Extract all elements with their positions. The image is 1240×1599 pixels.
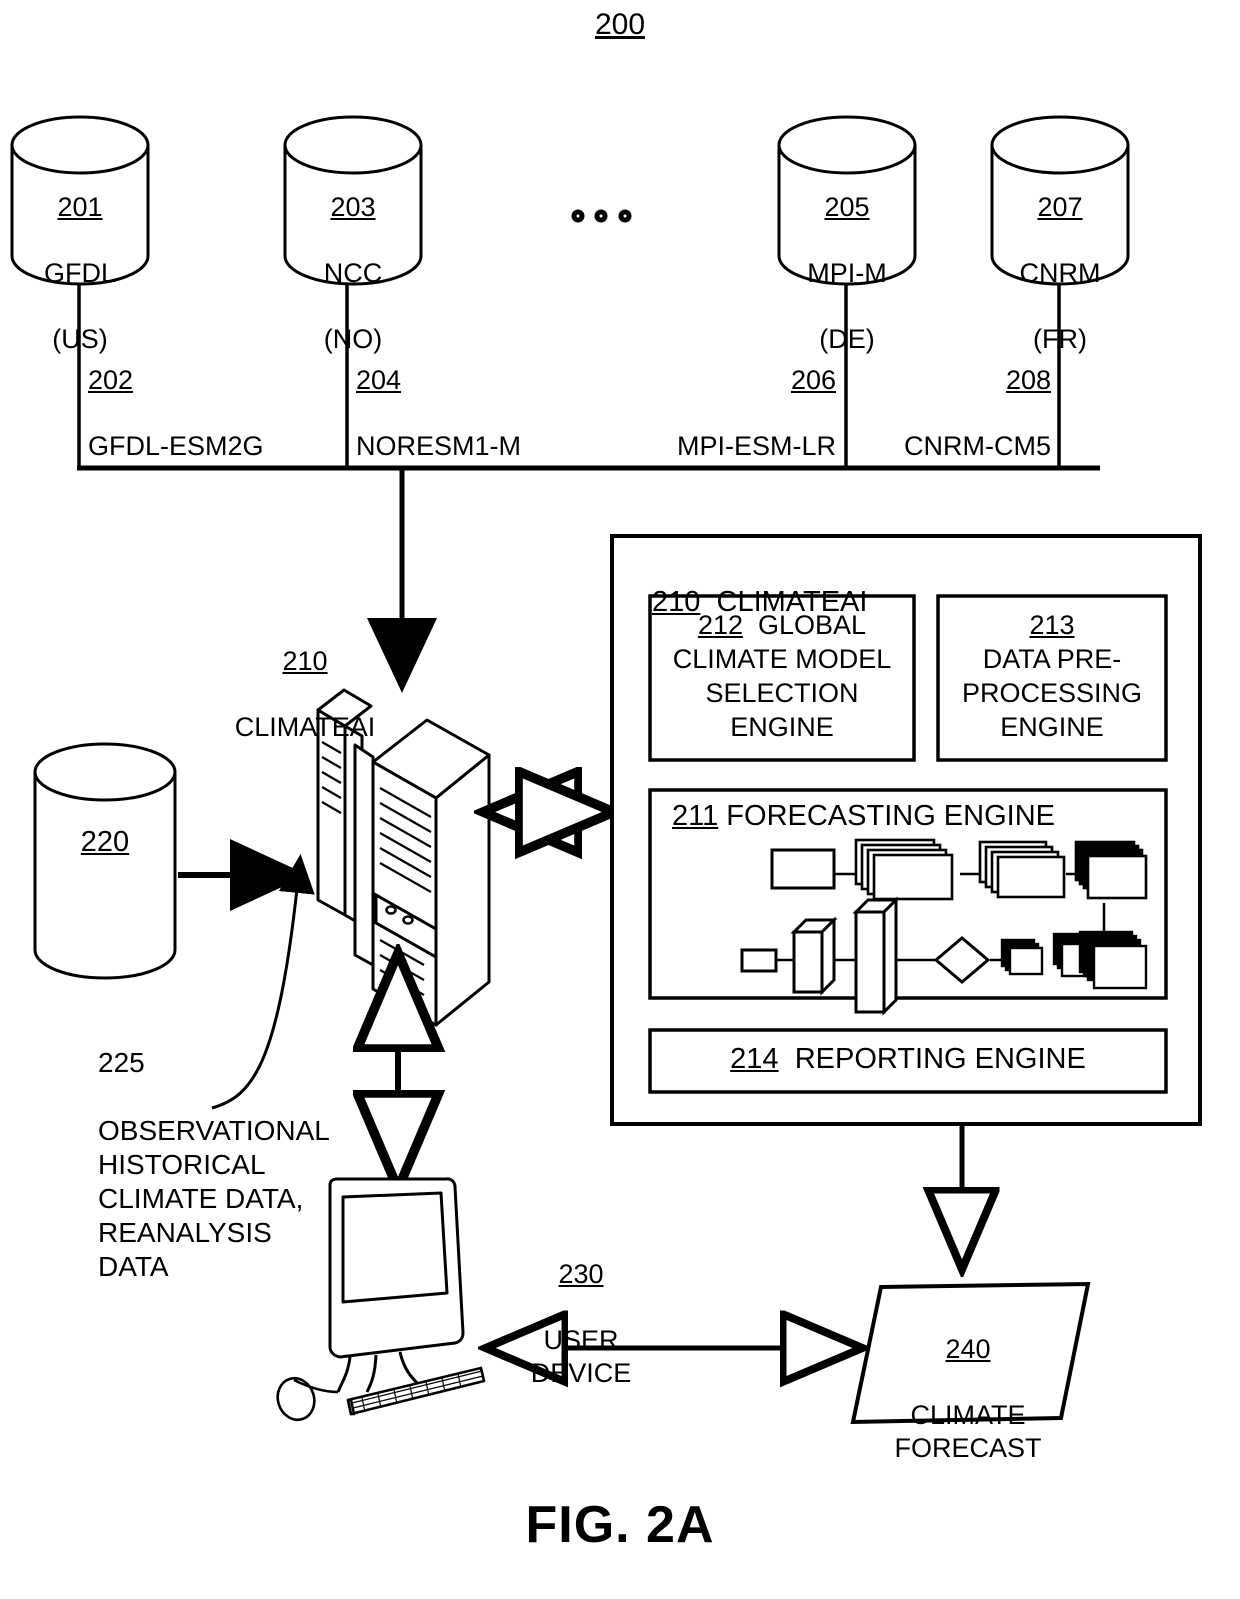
- model-ref-208: 208: [1005, 365, 1051, 395]
- module-214[interactable]: 214 REPORTING ENGINE: [652, 1043, 1164, 1076]
- observational-note-text: OBSERVATIONAL HISTORICAL CLIMATE DATA, R…: [98, 1115, 330, 1282]
- module-211-label: FORECASTING ENGINE: [726, 800, 1055, 832]
- db220-ref: 220: [80, 826, 130, 858]
- user-device-label: USER DEVICE: [530, 1325, 632, 1388]
- module-213[interactable]: 213 DATA PRE- PROCESSING ENGINE: [940, 608, 1164, 744]
- module-211-ref: 211: [672, 800, 719, 832]
- ellipsis-dots-icon: [571, 209, 632, 223]
- server-ref: 210: [282, 646, 328, 676]
- db-name-203: NCC: [323, 258, 383, 288]
- user-device-caption: 230 USER DEVICE: [498, 1225, 664, 1423]
- mouse-icon: [276, 1376, 339, 1422]
- module-214-label: REPORTING ENGINE: [794, 1043, 1086, 1075]
- db-name-207: CNRM: [1019, 258, 1101, 288]
- climate-forecast-ref: 240: [945, 1334, 991, 1364]
- model-name-208: CNRM-CM5: [904, 431, 1051, 461]
- model-label-206: 206 MPI-ESM-LR: [648, 331, 836, 496]
- db-name-201: GFDL: [43, 258, 116, 288]
- server-caption: 210 CLIMATEAI: [170, 612, 440, 777]
- module-213-label: DATA PRE- PROCESSING ENGINE: [961, 644, 1143, 742]
- module-212-label: CLIMATE MODEL SELECTION ENGINE: [672, 644, 892, 742]
- observational-note-ref: 225: [98, 1047, 145, 1078]
- db-name-205: MPI-M: [807, 258, 887, 288]
- module-214-ref: 214: [730, 1043, 779, 1075]
- model-ref-204: 204: [356, 365, 402, 395]
- module-212[interactable]: 212 GLOBAL CLIMATE MODEL SELECTION ENGIN…: [652, 608, 912, 744]
- user-device-icon: [328, 1177, 465, 1393]
- climate-forecast-label: CLIMATE FORECAST: [894, 1400, 1042, 1463]
- figure-caption: FIG. 2A: [525, 1496, 715, 1554]
- observational-note: 225 OBSERVATIONAL HISTORICAL CLIMATE DAT…: [98, 1012, 330, 1318]
- db-ref-201: 201: [57, 192, 103, 222]
- model-name-204: NORESM1-M: [356, 431, 522, 461]
- db220-label: 220: [35, 793, 175, 859]
- db-ref-203: 203: [330, 192, 376, 222]
- module-213-ref: 213: [1029, 610, 1075, 640]
- model-label-204: 204 NORESM1-M: [356, 331, 521, 496]
- model-ref-206: 206: [790, 365, 836, 395]
- db-cylinder-220: [33, 742, 177, 980]
- model-label-208: 208 CNRM-CM5: [888, 331, 1051, 496]
- model-label-202: 202 GFDL-ESM2G: [88, 331, 264, 496]
- module-211[interactable]: 211 FORECASTING ENGINE: [672, 800, 1055, 833]
- user-device-ref: 230: [558, 1259, 604, 1289]
- db-ref-205: 205: [824, 192, 870, 222]
- model-ref-202: 202: [88, 365, 134, 395]
- module-212-ref: 212: [697, 610, 743, 640]
- db-ref-207: 207: [1037, 192, 1083, 222]
- model-name-206: MPI-ESM-LR: [676, 431, 836, 461]
- model-name-202: GFDL-ESM2G: [88, 431, 264, 461]
- database-cylinders-group: [10, 115, 1130, 286]
- climate-forecast-caption: 240 CLIMATE FORECAST: [875, 1300, 1061, 1498]
- server-label: CLIMATEAI: [234, 712, 376, 742]
